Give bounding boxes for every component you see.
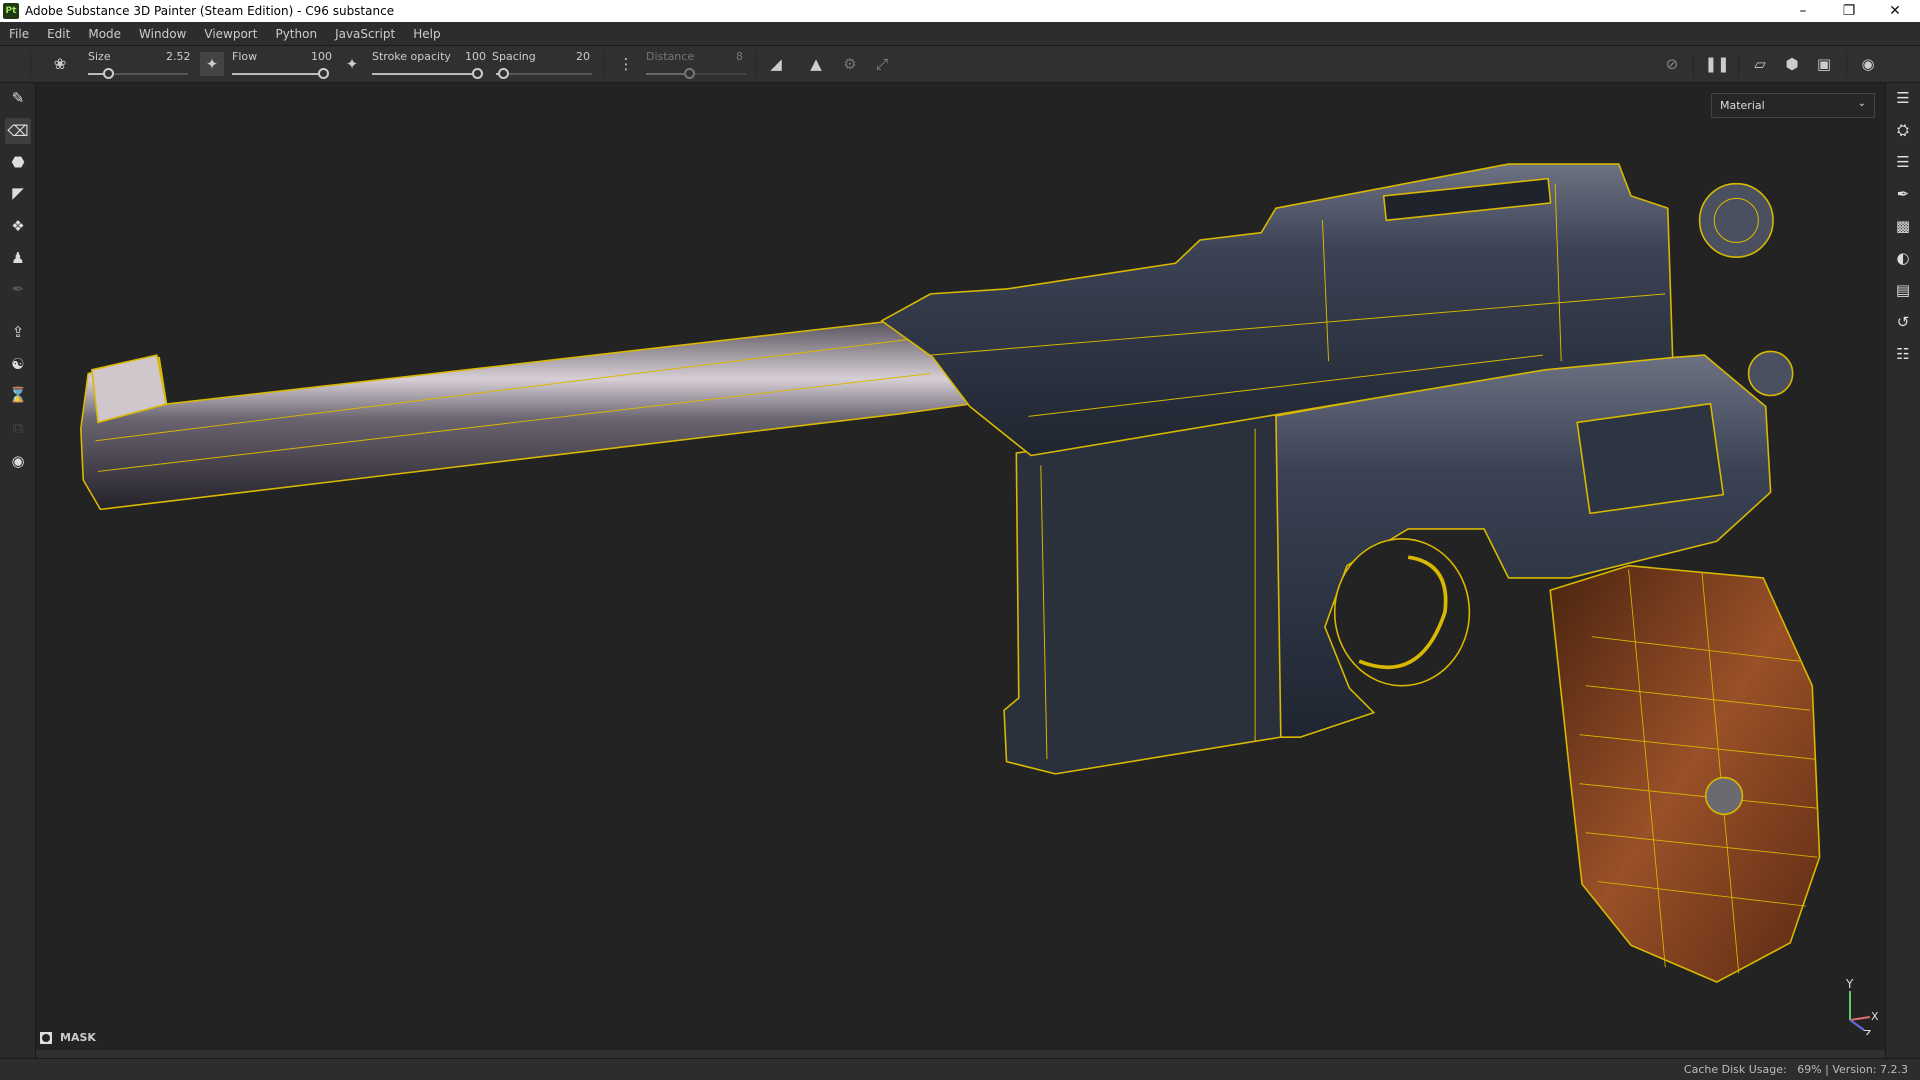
right-panel-bar: ☰ ⛭ ☰ ✒ ▩ ◐ ▤ ↺ ☷ (1885, 83, 1920, 1058)
screenshot-icon[interactable]: ◉ (1856, 52, 1880, 76)
timeline-icon[interactable]: ⌛ (5, 382, 31, 408)
menu-help[interactable]: Help (404, 27, 449, 41)
3d-viewport[interactable] (36, 83, 1885, 1050)
menu-javascript[interactable]: JavaScript (326, 27, 404, 41)
axis-x-label: X (1871, 1010, 1879, 1023)
mask-label: MASK (60, 1031, 96, 1044)
smudge-icon[interactable]: ❖ (5, 213, 31, 239)
tool-properties-bar: ❀ Size 2.52 ✦ Flow 100 ✦ Stroke opacity … (0, 46, 1920, 83)
layers-stack-icon[interactable]: ☰ (1890, 149, 1916, 175)
title-bar: Pt Adobe Substance 3D Painter (Steam Edi… (0, 0, 1920, 22)
color-picker-icon[interactable]: ✒ (5, 276, 31, 302)
display-mode-dropdown[interactable]: Material ⌄ (1711, 93, 1875, 118)
app-logo-icon: Pt (3, 3, 19, 19)
menu-bar: File Edit Mode Window Viewport Python Ja… (0, 22, 1920, 46)
paint-brush-icon[interactable]: ✎ (5, 85, 31, 111)
axis-y-label: Y (1845, 977, 1854, 991)
flow-label: Flow (232, 50, 258, 63)
iray-render-icon[interactable]: ☯ (5, 351, 31, 377)
lazy-mouse-icon[interactable]: ⋮ (614, 52, 638, 76)
menu-edit[interactable]: Edit (38, 27, 79, 41)
symmetry-icon[interactable]: ▲ (804, 52, 828, 76)
environment-settings-icon[interactable]: ◐ (1890, 245, 1916, 271)
bake-export-icon[interactable]: ⇪ (5, 319, 31, 345)
hide-overlay-icon[interactable]: ⊘ (1660, 52, 1684, 76)
axis-z-label: Z (1863, 1028, 1871, 1035)
spacing-label: Spacing (492, 50, 536, 63)
camera-perspective-icon[interactable]: ▱ (1748, 52, 1772, 76)
status-bar: Cache Disk Usage: 69% | Version: 7.2.3 (0, 1058, 1920, 1080)
menu-file[interactable]: File (0, 27, 38, 41)
menu-python[interactable]: Python (266, 27, 326, 41)
properties-brush-icon[interactable]: ✒ (1890, 181, 1916, 207)
polygon-fill-icon[interactable]: ◤ (5, 180, 31, 206)
stroke-opacity-slider[interactable] (372, 68, 483, 79)
brush-alpha-icon[interactable]: ❀ (48, 52, 72, 76)
left-toolbar: ✎ ⌫ ⬣ ◤ ❖ ♟ ✒ ⇪ ☯ ⌛ ⧉ ◉ (0, 83, 36, 1058)
spacing-value[interactable]: 20 (576, 50, 590, 63)
stroke-opacity-label: Stroke opacity (372, 50, 451, 63)
pen-pressure-flow-icon[interactable]: ✦ (340, 52, 364, 76)
restore-button[interactable]: ❐ (1826, 0, 1872, 22)
geometry-mask-icon[interactable]: ⧉ (5, 415, 31, 441)
clone-stamp-icon[interactable]: ♟ (5, 245, 31, 271)
menu-window[interactable]: Window (130, 27, 195, 41)
eraser-icon[interactable]: ⌫ (5, 118, 31, 144)
menu-mode[interactable]: Mode (79, 27, 130, 41)
viewport-scrollbar[interactable] (36, 1050, 1885, 1058)
display-mode-cube-icon[interactable]: ⬢ (1780, 52, 1804, 76)
distance-slider[interactable] (646, 68, 746, 79)
display-settings-icon[interactable]: ▩ (1890, 213, 1916, 239)
flow-slider[interactable] (232, 68, 329, 79)
symmetry-settings-icon[interactable]: ⚙ (838, 52, 862, 76)
size-value[interactable]: 2.52 (166, 50, 191, 63)
minimize-button[interactable]: – (1780, 0, 1826, 22)
close-button[interactable]: ✕ (1872, 0, 1918, 22)
size-label: Size (88, 50, 111, 63)
uv-tile-icon[interactable]: ◉ (5, 448, 31, 474)
mask-toggle[interactable]: MASK (40, 1031, 96, 1044)
history-icon[interactable]: ↺ (1890, 309, 1916, 335)
shelf-icon[interactable]: ▤ (1890, 277, 1916, 303)
layers-list-icon[interactable]: ☰ (1890, 85, 1916, 111)
mask-icon (40, 1031, 52, 1044)
distance-label: Distance (646, 50, 695, 63)
texture-set-settings-icon[interactable]: ⛭ (1890, 117, 1916, 143)
stroke-opacity-value[interactable]: 100 (465, 50, 486, 63)
menu-viewport[interactable]: Viewport (195, 27, 266, 41)
status-text: Cache Disk Usage: 69% | Version: 7.2.3 (1683, 1063, 1908, 1076)
pause-render-icon[interactable]: ❚❚ (1704, 52, 1729, 76)
transform-icon[interactable]: ⤢ (870, 52, 894, 76)
window-title: Adobe Substance 3D Painter (Steam Editio… (25, 4, 395, 18)
pen-pressure-size-icon[interactable]: ✦ (200, 52, 224, 76)
distance-value[interactable]: 8 (736, 50, 743, 63)
camera-icon[interactable]: ▣ (1812, 52, 1836, 76)
log-icon[interactable]: ☷ (1890, 341, 1916, 367)
display-mode-value: Material (1720, 99, 1765, 112)
size-slider[interactable] (88, 68, 188, 79)
flow-value[interactable]: 100 (311, 50, 332, 63)
stroke-curve-icon[interactable]: ◢ (764, 52, 788, 76)
spacing-slider[interactable] (496, 68, 592, 79)
projection-icon[interactable]: ⬣ (5, 149, 31, 175)
chevron-down-icon: ⌄ (1857, 98, 1866, 109)
